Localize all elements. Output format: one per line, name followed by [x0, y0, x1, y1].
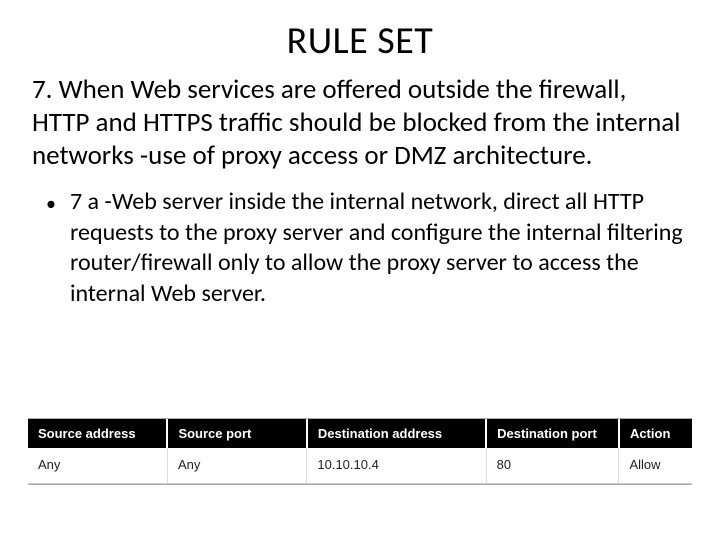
col-destination-port: Destination port	[486, 419, 619, 448]
cell-action: Allow	[619, 448, 692, 484]
col-source-address: Source address	[28, 419, 167, 448]
table-header-row: Source address Source port Destination a…	[28, 419, 692, 448]
col-source-port: Source port	[167, 419, 306, 448]
table-row: Any Any 10.10.10.4 80 Allow	[28, 448, 692, 484]
bullet-item: • 7 a -Web server inside the internal ne…	[46, 187, 688, 310]
cell-source-address: Any	[28, 448, 167, 484]
page-title: RULE SET	[28, 18, 692, 64]
rule-table: Source address Source port Destination a…	[28, 419, 692, 484]
rule-table-container: Source address Source port Destination a…	[28, 418, 692, 485]
cell-destination-port: 80	[486, 448, 619, 484]
col-action: Action	[619, 419, 692, 448]
cell-source-port: Any	[167, 448, 306, 484]
rule-paragraph: 7. When Web services are offered outside…	[32, 74, 688, 173]
cell-destination-address: 10.10.10.4	[307, 448, 486, 484]
col-destination-address: Destination address	[307, 419, 486, 448]
bullet-marker: •	[46, 191, 56, 217]
bullet-text: 7 a -Web server inside the internal netw…	[70, 187, 688, 310]
